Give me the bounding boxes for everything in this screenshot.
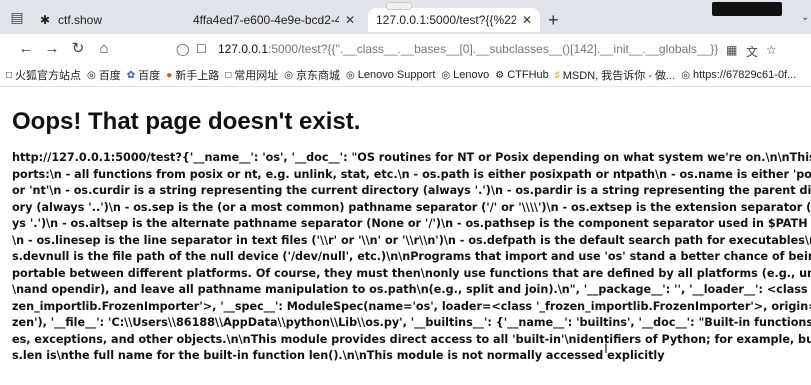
reload-icon[interactable]: ↻ xyxy=(68,39,88,59)
close-tab-icon[interactable]: ✕ xyxy=(516,13,532,27)
bookmarks-bar: □ 火狐官方站点 ◎ 百度 ✿ 百度 ● 新手上路 □ 常用网址 ◎ 京东商城 ◎ Lenov… xyxy=(0,64,811,87)
bookmark-item[interactable]: ◎ https://67829c61-0f... xyxy=(681,69,796,81)
nav-toolbar: ← → ↻ ⌂ ◯ ☐ 127.0.0.1 :5000/test?{{''.__… xyxy=(0,34,811,64)
url-host: 127.0.0.1 xyxy=(218,42,269,56)
window-controls xyxy=(712,2,782,16)
globe-icon: ◎ xyxy=(346,69,355,81)
page-title: Oops! That page doesn't exist. xyxy=(12,108,361,135)
bookmark-item[interactable]: ◎ 京东商城 xyxy=(284,67,340,83)
folder-icon: □ xyxy=(225,69,232,81)
bookmark-item[interactable]: ◎ 百度 xyxy=(87,67,121,83)
bookmark-item[interactable]: ✿ 百度 xyxy=(127,67,160,83)
close-tab-icon[interactable]: ✕ xyxy=(339,13,355,27)
back-icon[interactable]: ← xyxy=(16,39,36,59)
globe-icon: ◎ xyxy=(681,69,690,81)
bookmark-item[interactable]: ◎ Lenovo Support xyxy=(346,69,435,81)
bookmark-item[interactable]: □ 常用网址 xyxy=(225,67,278,83)
tab-title: 127.0.0.1:5000/test?{{%22%22._ xyxy=(376,13,516,27)
tab-ctfshow[interactable]: ✱ ctf.show xyxy=(30,8,180,32)
address-bar[interactable]: ◯ ☐ 127.0.0.1 :5000/test?{{''.__class__.… xyxy=(176,38,776,60)
globe-icon: ◎ xyxy=(441,69,451,81)
chevron-down-icon[interactable]: ⌄ xyxy=(801,12,809,23)
shield-icon[interactable]: ◯ xyxy=(176,42,190,56)
star-icon[interactable]: ☆ xyxy=(766,43,777,57)
tab-active[interactable]: 127.0.0.1:5000/test?{{%22%22._ ✕ xyxy=(368,8,540,32)
baidu-icon: ✿ xyxy=(126,69,136,81)
forward-icon[interactable]: → xyxy=(42,39,62,59)
new-tab-button[interactable]: + xyxy=(548,11,559,29)
bookmark-item[interactable]: ● 新手上路 xyxy=(166,67,219,83)
page-content: Oops! That page doesn't exist. http://12… xyxy=(10,86,811,385)
bookmark-item[interactable]: □ 火狐官方站点 xyxy=(6,67,81,83)
bookmark-item[interactable]: ⚙ CTFHub xyxy=(495,69,549,81)
bookmark-item[interactable]: ◎ Lenovo xyxy=(441,69,489,81)
globe-icon: ◎ xyxy=(87,69,96,81)
firefox-icon: ● xyxy=(166,69,173,81)
ctf-icon: ✱ xyxy=(39,13,51,27)
tab-title: ctf.show xyxy=(58,13,103,27)
qr-code-icon[interactable]: ▦ xyxy=(726,43,737,57)
tab-uuid[interactable]: 4ffa4ed7-e600-4e9e-bcd2-428d ✕ xyxy=(185,8,363,32)
error-body: http://127.0.0.1:5000/test?{'__name__': … xyxy=(12,151,811,362)
text-cursor-icon: I xyxy=(604,340,608,356)
url-path: :5000/test?{{''.__class__.__bases__[0]._… xyxy=(268,42,719,56)
page-icon[interactable]: ☐ xyxy=(196,42,210,56)
msdn-icon: ♯ xyxy=(554,69,560,81)
drag-handle[interactable] xyxy=(386,2,412,10)
bookmark-item[interactable]: ♯ MSDN, 我告诉你 - 做... xyxy=(555,67,675,83)
gear-icon: ⚙ xyxy=(495,69,505,81)
globe-icon: ◎ xyxy=(284,69,293,81)
translate-icon[interactable]: 文 xyxy=(746,43,758,60)
tab-bar: ▤ ✱ ctf.show 4ffa4ed7-e600-4e9e-bcd2-428… xyxy=(0,0,811,34)
tab-list-icon[interactable]: ▤ xyxy=(6,6,28,28)
home-icon[interactable]: ⌂ xyxy=(94,39,114,59)
folder-icon: □ xyxy=(6,69,13,81)
tab-title: 4ffa4ed7-e600-4e9e-bcd2-428d xyxy=(193,13,339,27)
